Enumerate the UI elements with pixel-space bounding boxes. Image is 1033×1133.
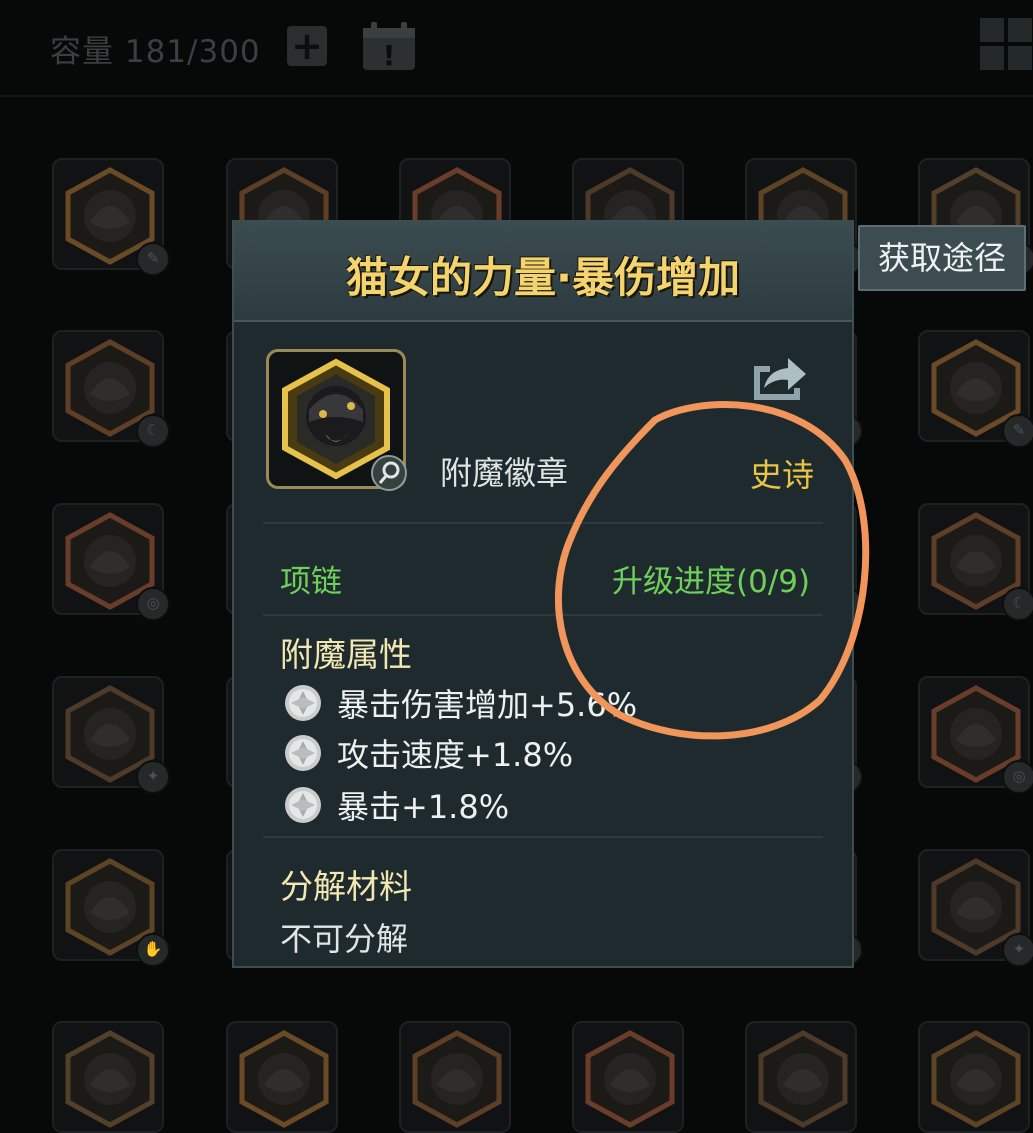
- inventory-slot[interactable]: ◎: [52, 503, 170, 621]
- inventory-slot[interactable]: ✦: [918, 849, 1033, 967]
- popup-header: 猫女的力量·暴伤增加: [234, 222, 852, 322]
- attributes-title: 附魔属性: [280, 635, 412, 674]
- equip-slot-label: 项链: [280, 564, 342, 600]
- inventory-slot[interactable]: ☾: [52, 330, 170, 448]
- hero-badge-icon: [758, 1030, 848, 1128]
- inventory-slot[interactable]: ✋: [52, 849, 170, 967]
- inventory-slot[interactable]: ☾: [918, 503, 1033, 621]
- attribute-gem-icon: [285, 787, 321, 823]
- attribute-text: 攻击速度+1.8%: [337, 736, 574, 774]
- capacity-label: 容量 181/300: [50, 34, 261, 70]
- hero-badge-icon: [585, 1030, 675, 1128]
- slot-type-icon: ◎: [1002, 760, 1033, 794]
- slot-type-icon: ✎: [136, 242, 170, 276]
- inventory-slot[interactable]: [52, 1021, 164, 1133]
- inventory-slot[interactable]: ✦: [52, 676, 170, 794]
- inventory-slot[interactable]: ✎: [52, 158, 170, 276]
- inventory-slot[interactable]: [226, 1021, 338, 1133]
- slot-type-icon: ✦: [136, 760, 170, 794]
- plus-icon[interactable]: +: [287, 26, 327, 66]
- grid-view-icon[interactable]: [978, 16, 1033, 71]
- inventory-slot[interactable]: [745, 1021, 857, 1133]
- svg-text:!: !: [383, 39, 396, 72]
- divider: [263, 614, 823, 616]
- hero-badge-icon: [65, 1030, 155, 1128]
- hero-badge-icon: [931, 1030, 1021, 1128]
- calendar-alert-icon[interactable]: !: [359, 20, 419, 72]
- capacity-value: 181/300: [124, 34, 261, 70]
- attribute-text: 暴击+1.8%: [337, 788, 510, 826]
- rarity-label: 史诗: [750, 456, 815, 494]
- inventory-slot[interactable]: [399, 1021, 511, 1133]
- attribute-gem-icon: [285, 735, 321, 771]
- inventory-slot[interactable]: [572, 1021, 684, 1133]
- inventory-slot[interactable]: ◎: [918, 676, 1033, 794]
- attribute-gem-icon: [285, 685, 321, 721]
- decompose-value: 不可分解: [280, 920, 409, 958]
- obtain-source-button[interactable]: 获取途径: [858, 225, 1026, 291]
- hero-badge-icon: [239, 1030, 329, 1128]
- divider: [263, 836, 823, 838]
- inventory-slot[interactable]: [918, 1021, 1030, 1133]
- slot-type-icon: ✎: [1002, 414, 1033, 448]
- slot-type-icon: ✦: [1002, 933, 1033, 967]
- popup-title: 猫女的力量·暴伤增加: [346, 253, 740, 302]
- item-type-label: 附魔徽章: [440, 454, 569, 492]
- top-divider: [0, 95, 1033, 97]
- slot-type-icon: ✋: [136, 933, 170, 967]
- hero-badge-icon: [412, 1030, 502, 1128]
- share-icon[interactable]: [750, 352, 808, 402]
- magnify-icon[interactable]: [371, 455, 407, 491]
- divider: [263, 522, 823, 524]
- decompose-title: 分解材料: [280, 867, 412, 906]
- upgrade-progress-label: 升级进度(0/9): [612, 564, 811, 600]
- slot-type-icon: ☾: [1002, 587, 1033, 621]
- slot-type-icon: ☾: [136, 414, 170, 448]
- slot-type-icon: ◎: [136, 587, 170, 621]
- inventory-top-bar: 容量 181/300 + !: [0, 0, 1033, 95]
- attribute-text: 暴击伤害增加+5.6%: [337, 686, 638, 724]
- inventory-slot[interactable]: ✎: [918, 330, 1033, 448]
